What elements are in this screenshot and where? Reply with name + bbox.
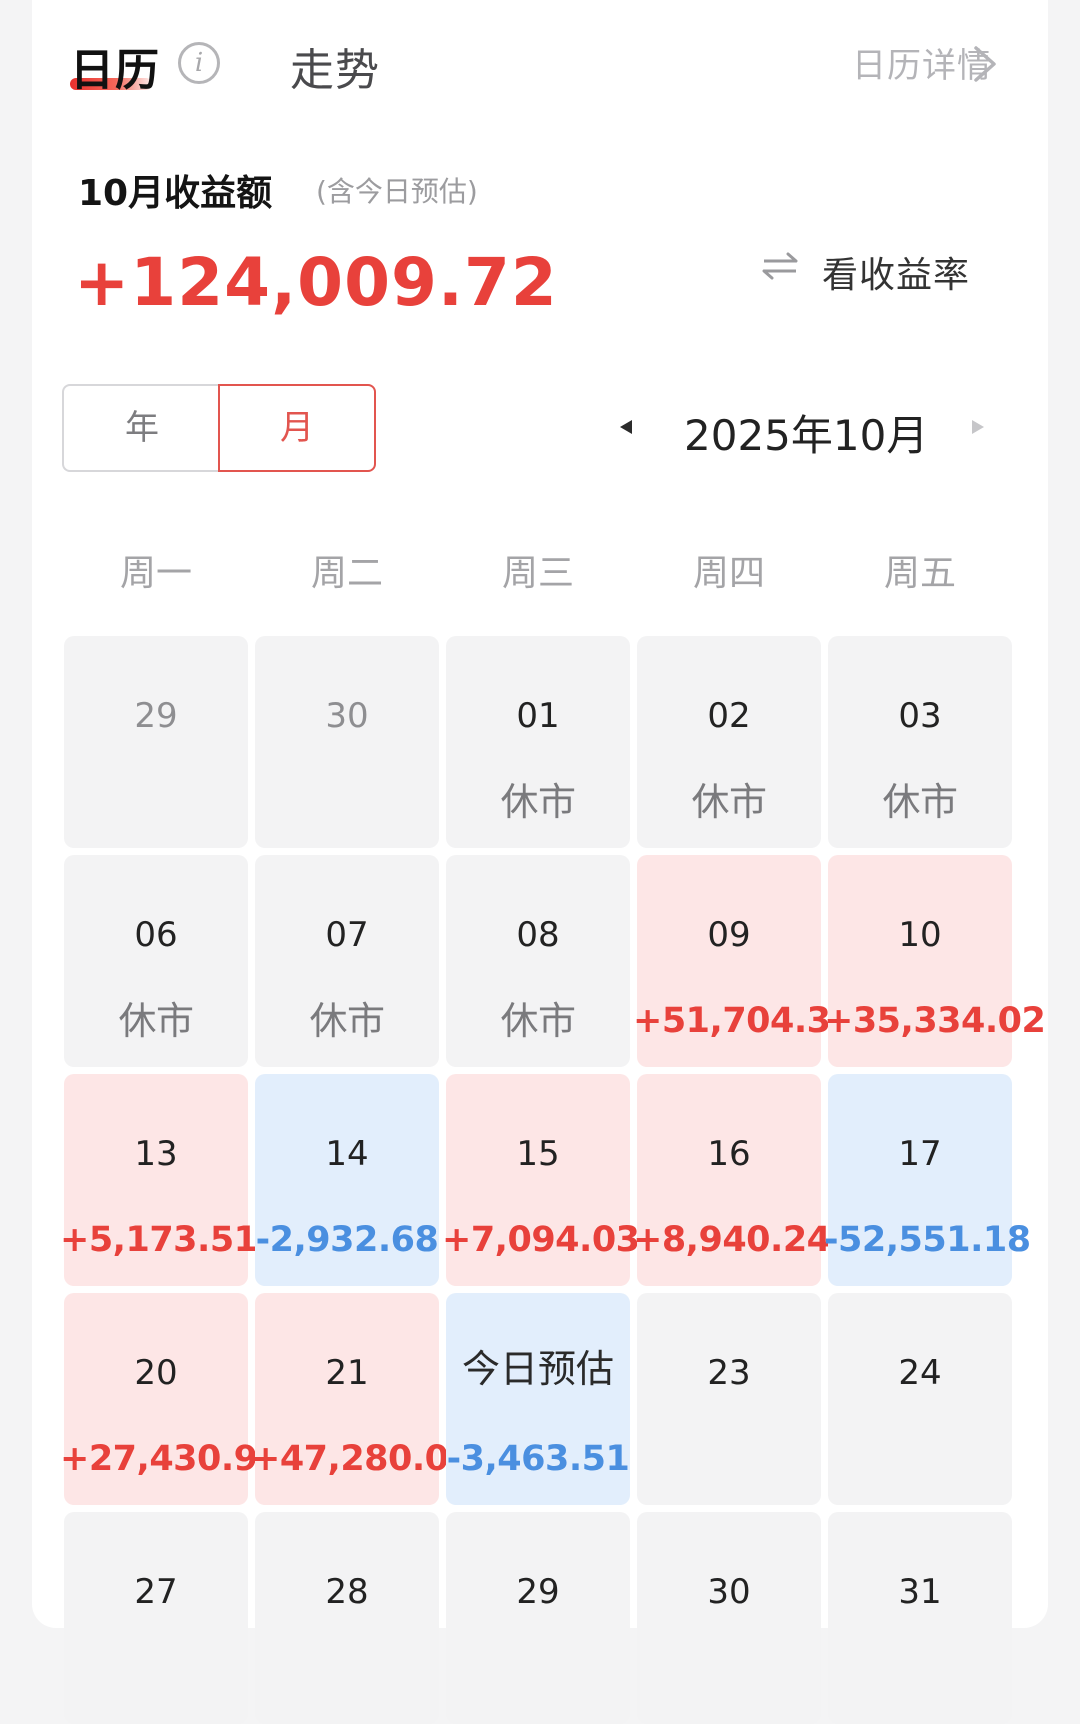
calendar-day-number: 28 (325, 1572, 369, 1612)
daily-profit-value: -3,463.51 (446, 1439, 630, 1479)
calendar-cell[interactable]: 13 +5,173.51 (60, 1074, 258, 1286)
calendar-day-number: 20 (134, 1353, 178, 1393)
calendar-day-number: 14 (325, 1134, 369, 1174)
calendar-day-number: 27 (134, 1572, 178, 1612)
calendar-day-number: 02 (707, 696, 751, 736)
calendar-day-number: 29 (134, 696, 178, 736)
calendar-day-number: 今日预估 (461, 1347, 614, 1391)
calendar-day-number: 15 (516, 1134, 560, 1174)
calendar-cell[interactable]: 15 +7,094.03 (442, 1074, 640, 1286)
chevron-right-icon[interactable] (968, 44, 1002, 84)
calendar-day-number: 21 (325, 1353, 369, 1393)
segment-month[interactable]: 月 (218, 384, 376, 472)
info-icon[interactable]: i (178, 42, 220, 84)
calendar-day-number: 01 (516, 696, 560, 736)
calendar-cell[interactable]: 02 休市 (637, 636, 821, 848)
calendar-day-number: 30 (707, 1572, 751, 1612)
daily-profit-value: +5,173.51 (60, 1220, 258, 1260)
calendar-cell[interactable]: 23 (637, 1293, 821, 1505)
calendar-day-number: 09 (707, 915, 751, 955)
calendar-cell[interactable]: 17 -52,551.18 (824, 1074, 1031, 1286)
market-closed-label: 休市 (309, 999, 385, 1043)
calendar-cell[interactable]: 27 (64, 1512, 248, 1724)
calendar-cell[interactable]: 09 +51,704.38 (633, 855, 855, 1067)
weekday-label: 周五 (883, 553, 956, 594)
calendar-cell[interactable]: 01 休市 (446, 636, 630, 848)
calendar-cell[interactable]: 03 休市 (828, 636, 1012, 848)
weekday-label: 周三 (501, 553, 574, 594)
prev-month-icon[interactable] (620, 420, 632, 434)
calendar-cell[interactable]: 30 (255, 636, 439, 848)
month-profit-title: 10月收益额 (78, 173, 273, 214)
calendar-cell-today[interactable]: 今日预估 -3,463.51 (446, 1293, 630, 1505)
calendar-cell[interactable]: 28 (255, 1512, 439, 1724)
weekday-label: 周四 (692, 553, 765, 594)
next-month-icon[interactable] (972, 420, 984, 434)
calendar-day-number: 06 (134, 915, 178, 955)
swap-icon[interactable] (760, 252, 800, 280)
current-month-label: 2025年10月 (684, 411, 929, 460)
daily-profit-value: +7,094.03 (442, 1220, 640, 1260)
calendar-cell[interactable]: 29 (64, 636, 248, 848)
calendar-day-number: 16 (707, 1134, 751, 1174)
daily-profit-value: +27,430.91 (60, 1439, 282, 1479)
market-closed-label: 休市 (500, 999, 576, 1043)
calendar-cell[interactable]: 16 +8,940.24 (633, 1074, 831, 1286)
calendar-cell[interactable]: 31 (828, 1512, 1012, 1724)
calendar-cell[interactable]: 24 (828, 1293, 1012, 1505)
calendar-day-number: 17 (898, 1134, 942, 1174)
calendar-cell[interactable]: 14 -2,932.68 (255, 1074, 439, 1286)
calendar-day-number: 24 (898, 1353, 942, 1393)
market-closed-label: 休市 (500, 780, 576, 824)
calendar-cell[interactable]: 06 休市 (64, 855, 248, 1067)
calendar-cell[interactable]: 08 休市 (446, 855, 630, 1067)
calendar-day-number: 07 (325, 915, 369, 955)
tab-trend[interactable]: 走势 (290, 34, 380, 98)
tab-calendar[interactable]: 日历 (70, 34, 160, 98)
calendar-cell[interactable]: 21 +47,280.00 (251, 1293, 473, 1505)
calendar-cell[interactable]: 29 (446, 1512, 630, 1724)
calendar-cell[interactable]: 20 +27,430.91 (60, 1293, 282, 1505)
calendar-cell[interactable]: 07 休市 (255, 855, 439, 1067)
daily-profit-value: +35,334.02 (824, 1001, 1046, 1041)
daily-profit-value: -52,551.18 (824, 1220, 1031, 1260)
total-profit-value: +124,009.72 (74, 244, 558, 321)
segment-year[interactable]: 年 (62, 384, 220, 472)
daily-profit-value: +8,940.24 (633, 1220, 831, 1260)
calendar-day-number: 23 (707, 1353, 751, 1393)
view-rate-toggle[interactable]: 看收益率 (822, 246, 970, 298)
calendar-day-number: 31 (898, 1572, 942, 1612)
calendar-cell[interactable]: 30 (637, 1512, 821, 1724)
calendar-cell[interactable]: 10 +35,334.02 (824, 855, 1046, 1067)
calendar-day-number: 08 (516, 915, 560, 955)
market-closed-label: 休市 (691, 780, 767, 824)
calendar-day-number: 29 (516, 1572, 560, 1612)
month-profit-subtitle: (含今日预估) (316, 175, 478, 208)
calendar-day-number: 13 (134, 1134, 178, 1174)
daily-profit-value: +51,704.38 (633, 1001, 855, 1041)
market-closed-label: 休市 (118, 999, 194, 1043)
daily-profit-value: -2,932.68 (255, 1220, 439, 1260)
market-closed-label: 休市 (882, 780, 958, 824)
weekday-label: 周一 (119, 553, 192, 594)
calendar-day-number: 10 (898, 915, 942, 955)
daily-profit-value: +47,280.00 (251, 1439, 473, 1479)
calendar-day-number: 30 (325, 696, 369, 736)
calendar-day-number: 03 (898, 696, 942, 736)
weekday-label: 周二 (310, 553, 383, 594)
